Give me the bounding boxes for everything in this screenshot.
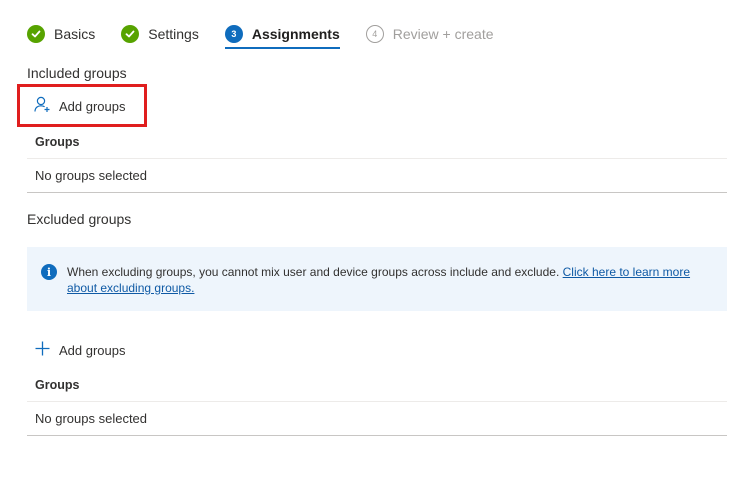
step-label: Review + create	[392, 26, 494, 42]
add-groups-label: Add groups	[59, 342, 126, 358]
step-basics[interactable]: Basics	[27, 22, 95, 46]
excluded-groups-table: Groups No groups selected	[27, 369, 727, 436]
step-label: Basics	[54, 26, 96, 42]
info-icon: i	[41, 264, 57, 280]
checkmark-icon	[27, 25, 45, 43]
included-groups-title: Included groups	[27, 65, 127, 81]
step-settings[interactable]: Settings	[121, 22, 199, 46]
included-groups-table: Groups No groups selected	[27, 126, 727, 193]
excluded-groups-title: Excluded groups	[27, 211, 132, 227]
step-label: Settings	[148, 26, 199, 42]
wizard-steps: Basics Settings 3 Assignments 4 Review +…	[27, 22, 520, 49]
add-user-icon	[34, 96, 51, 116]
checkmark-icon	[121, 25, 140, 43]
info-message-text: When excluding groups, you cannot mix us…	[67, 265, 560, 279]
column-header-groups[interactable]: Groups	[27, 369, 727, 402]
step-label: Assignments	[251, 26, 340, 42]
step-number-icon: 4	[365, 25, 384, 43]
step-review-create[interactable]: 4 Review + create	[365, 22, 494, 46]
step-number-icon: 3	[224, 25, 243, 43]
step-assignments[interactable]: 3 Assignments	[224, 22, 340, 49]
info-message: When excluding groups, you cannot mix us…	[67, 264, 707, 296]
empty-row: No groups selected	[27, 402, 727, 436]
add-excluded-groups-button[interactable]: Add groups	[34, 340, 126, 360]
empty-row: No groups selected	[27, 159, 727, 193]
add-groups-label: Add groups	[59, 98, 126, 114]
add-included-groups-button[interactable]: Add groups	[34, 96, 126, 116]
column-header-groups[interactable]: Groups	[27, 126, 727, 159]
plus-icon	[34, 340, 51, 360]
info-message-bar: i When excluding groups, you cannot mix …	[27, 247, 727, 311]
